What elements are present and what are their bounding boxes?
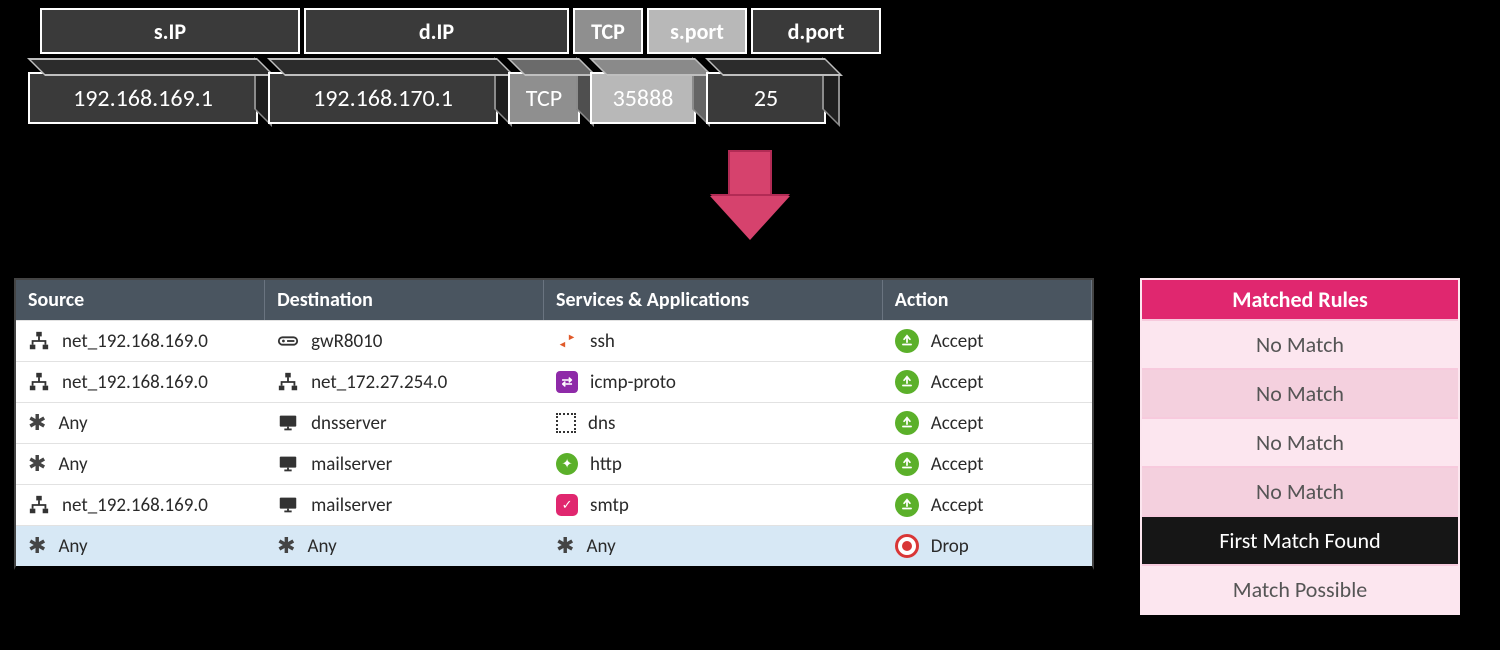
action-text: Accept (931, 412, 984, 435)
matched-row: No Match (1142, 319, 1458, 368)
any-icon: ✱ (556, 535, 574, 557)
host-icon (277, 453, 299, 475)
dst-text: gwR8010 (311, 330, 382, 353)
matched-row: First Match Found (1142, 515, 1458, 564)
network-icon (28, 330, 50, 352)
firewall-rules-table: Source Destination Services & Applicatio… (14, 278, 1094, 570)
rule-row[interactable]: ✱ Any mailserver ✦ http Accept (16, 443, 1092, 484)
src-text: net_192.168.169.0 (62, 371, 208, 394)
dst-text: Any (308, 535, 337, 558)
http-icon: ✦ (556, 453, 578, 475)
src-text: Any (58, 412, 87, 435)
dst-text: mailserver (311, 494, 392, 517)
header-sport: s.port (647, 8, 747, 54)
value-dport: 25 (706, 72, 826, 124)
matched-row: No Match (1142, 466, 1458, 515)
action-text: Accept (931, 453, 984, 476)
matched-row: No Match (1142, 417, 1458, 466)
rule-row[interactable]: net_192.168.169.0 net_172.27.254.0 ⇄ icmp-p… (16, 361, 1092, 402)
src-text: Any (58, 535, 87, 558)
value-proto: TCP (508, 72, 580, 124)
network-icon (277, 371, 299, 393)
rules-header-row: Source Destination Services & Applicatio… (16, 280, 1092, 320)
action-text: Accept (931, 494, 984, 517)
col-action: Action (883, 280, 1092, 320)
svc-text: Any (586, 535, 615, 558)
header-sip: s.IP (40, 8, 300, 54)
ssh-icon (556, 330, 578, 352)
action-text: Drop (931, 535, 969, 558)
matched-row: No Match (1142, 368, 1458, 417)
dns-icon (556, 413, 576, 433)
matched-row: Match Possible (1142, 564, 1458, 613)
rule-row[interactable]: net_192.168.169.0 gwR8010 ssh Accept (16, 320, 1092, 361)
network-icon (28, 494, 50, 516)
accept-icon (895, 411, 919, 435)
dst-text: net_172.27.254.0 (311, 371, 447, 394)
any-icon: ✱ (28, 412, 46, 434)
value-sport: 35888 (590, 72, 696, 124)
accept-icon (895, 329, 919, 353)
icmp-icon: ⇄ (556, 371, 578, 393)
svc-text: http (590, 453, 622, 476)
any-icon: ✱ (28, 535, 46, 557)
svc-text: smtp (590, 494, 629, 517)
drop-icon (895, 534, 919, 558)
dst-text: dnsserver (311, 412, 387, 435)
header-dip: d.IP (304, 8, 569, 54)
value-sip: 192.168.169.1 (28, 72, 258, 124)
value-dip: 192.168.170.1 (268, 72, 498, 124)
header-dport: d.port (751, 8, 881, 54)
smtp-icon: ✓ (556, 494, 578, 516)
host-icon (277, 412, 299, 434)
svc-text: ssh (590, 330, 615, 353)
network-icon (28, 371, 50, 393)
col-dest: Destination (265, 280, 544, 320)
accept-icon (895, 452, 919, 476)
action-text: Accept (931, 330, 984, 353)
packet-header-row: s.IP d.IP TCP s.port d.port (40, 8, 1490, 54)
host-icon (277, 494, 299, 516)
arrow-down-icon (710, 150, 790, 250)
any-icon: ✱ (28, 453, 46, 475)
gateway-icon (277, 330, 299, 352)
accept-icon (895, 370, 919, 394)
col-service: Services & Applications (544, 280, 883, 320)
accept-icon (895, 493, 919, 517)
src-text: net_192.168.169.0 (62, 330, 208, 353)
col-source: Source (16, 280, 265, 320)
svc-text: dns (588, 412, 615, 435)
rule-row[interactable]: net_192.168.169.0 mailserver ✓ smtp Accept (16, 484, 1092, 525)
action-text: Accept (931, 371, 984, 394)
src-text: Any (58, 453, 87, 476)
any-icon: ✱ (277, 535, 295, 557)
matched-title: Matched Rules (1142, 280, 1458, 319)
header-proto: TCP (573, 8, 643, 54)
src-text: net_192.168.169.0 (62, 494, 208, 517)
packet-value-row: 192.168.169.1 192.168.170.1 TCP 35888 25 (28, 72, 1490, 124)
svc-text: icmp-proto (590, 371, 676, 394)
rule-row[interactable]: ✱ Any dnsserver dns Accept (16, 402, 1092, 443)
dst-text: mailserver (311, 453, 392, 476)
matched-rules-panel: Matched Rules No MatchNo MatchNo MatchNo… (1140, 278, 1460, 615)
rule-row[interactable]: ✱ Any ✱ Any ✱ Any Drop (16, 525, 1092, 566)
